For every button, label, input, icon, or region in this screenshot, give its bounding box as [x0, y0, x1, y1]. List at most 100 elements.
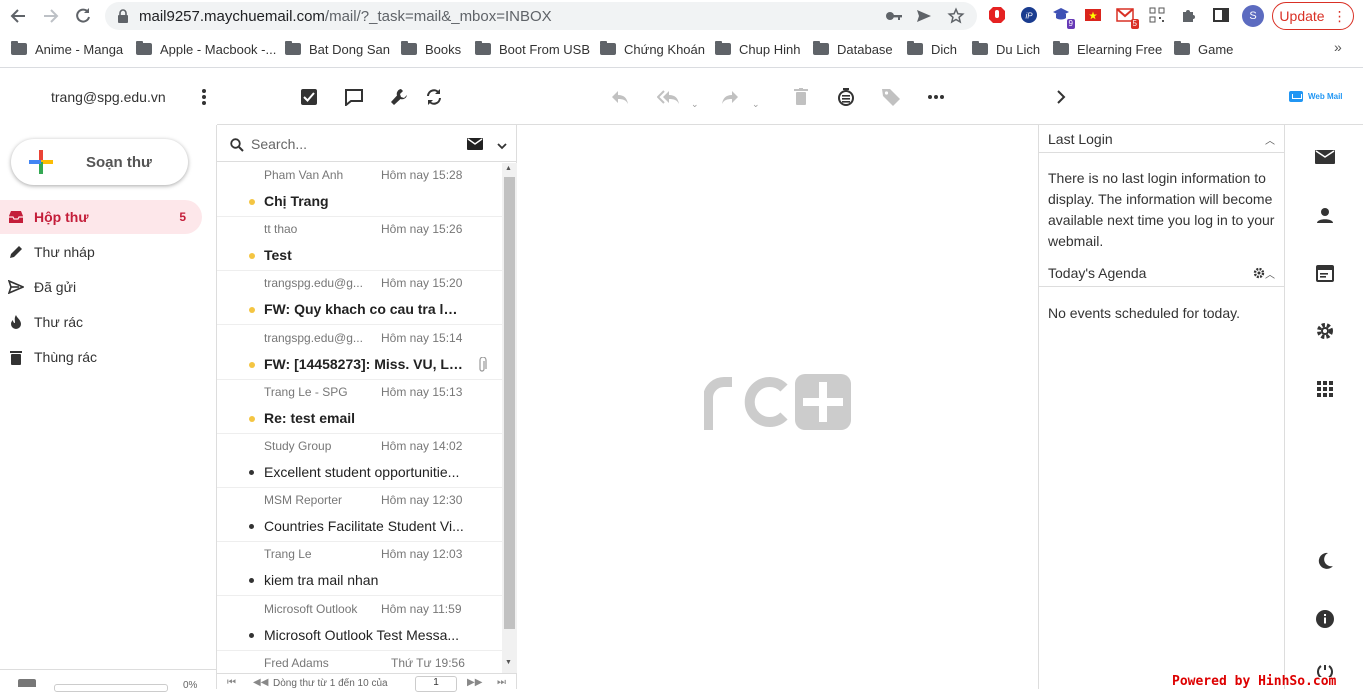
bookmark-item[interactable]: Bat Dong San: [285, 38, 390, 60]
unread-dot: [249, 416, 255, 422]
collapse-chevron-icon[interactable]: ︿: [1265, 132, 1275, 147]
select-icon[interactable]: [297, 85, 321, 109]
folder-icon: [401, 41, 417, 55]
folder-sent[interactable]: Đã gửi: [0, 270, 202, 304]
folder-icon: [907, 41, 923, 55]
search-icon[interactable]: [230, 138, 244, 157]
contacts-icon[interactable]: [1315, 205, 1335, 225]
qr-code-icon[interactable]: [1147, 5, 1167, 25]
message-row[interactable]: Pham Van Anh Hôm nay 15:28 Chị Trang: [217, 163, 502, 217]
bookmark-item[interactable]: Dich: [907, 38, 957, 60]
first-page-icon[interactable]: ⏮: [227, 677, 236, 688]
folder-spam[interactable]: Thư rác: [0, 305, 202, 339]
bookmark-item[interactable]: Apple - Macbook -...: [136, 38, 276, 60]
message-row[interactable]: Trang Le Hôm nay 12:03 kiem tra mail nha…: [217, 542, 502, 596]
message-row[interactable]: Microsoft Outlook Hôm nay 11:59 Microsof…: [217, 597, 502, 651]
message-row[interactable]: MSM Reporter Hôm nay 12:30 Countries Fac…: [217, 488, 502, 542]
bookmark-item[interactable]: Database: [813, 38, 893, 60]
update-button[interactable]: Update ⋮: [1272, 2, 1354, 30]
folder-trash[interactable]: Thùng rác: [0, 340, 202, 374]
account-menu-icon[interactable]: [196, 87, 212, 107]
adblock-icon[interactable]: [987, 5, 1007, 25]
envelope-icon[interactable]: [467, 137, 483, 155]
reply-all-dropdown-icon[interactable]: ⌄: [691, 99, 699, 110]
key-icon[interactable]: [885, 7, 903, 25]
tag-icon[interactable]: [879, 85, 903, 109]
archive-timer-icon[interactable]: [834, 85, 858, 109]
threads-icon[interactable]: [342, 85, 366, 109]
forward-mail-icon[interactable]: [718, 85, 742, 109]
graduation-extension-icon[interactable]: 9: [1051, 5, 1075, 29]
page-number-input[interactable]: 1: [415, 676, 457, 692]
collapse-chevron-icon[interactable]: ︿: [1265, 266, 1275, 281]
folder-icon: [475, 41, 491, 55]
vietnam-flag-icon[interactable]: [1083, 5, 1103, 25]
options-wrench-icon[interactable]: [387, 85, 411, 109]
agenda-header[interactable]: Today's Agenda ︿: [1039, 259, 1285, 287]
bookmark-item[interactable]: Boot From USB: [475, 38, 590, 60]
message-list-scrollbar[interactable]: ▲ ▼: [502, 163, 517, 673]
reply-all-icon[interactable]: [657, 85, 681, 109]
compose-plus-icon: [28, 149, 54, 175]
mail-icon[interactable]: [1315, 147, 1335, 167]
svg-text:iP: iP: [1025, 12, 1033, 21]
message-row[interactable]: Trang Le - SPG Hôm nay 15:13 Re: test em…: [217, 380, 502, 434]
folder-icon: [715, 41, 731, 55]
gmail-extension-icon[interactable]: 5: [1115, 5, 1139, 29]
ip-extension-icon[interactable]: iP: [1019, 5, 1039, 25]
profile-avatar[interactable]: S: [1242, 5, 1264, 27]
quota-progress: [54, 684, 168, 692]
last-login-header[interactable]: Last Login ︿: [1039, 125, 1285, 153]
prev-page-icon[interactable]: ◀◀: [253, 677, 268, 688]
folder-drafts[interactable]: Thư nháp: [0, 235, 202, 269]
bookmark-item[interactable]: Chup Hinh: [715, 38, 800, 60]
side-panel-icon[interactable]: [1211, 5, 1231, 25]
star-icon[interactable]: [947, 7, 965, 25]
next-page-icon[interactable]: ▶▶: [467, 677, 482, 688]
message-row[interactable]: tt thao Hôm nay 15:26 Test: [217, 217, 502, 271]
bookmark-item[interactable]: Du Lich: [972, 38, 1040, 60]
reply-icon[interactable]: [608, 85, 632, 109]
calendar-icon[interactable]: [1315, 263, 1335, 283]
forward-icon[interactable]: [39, 4, 63, 28]
message-row[interactable]: Fred Adams Thứ Tư 19:56: [217, 651, 502, 673]
next-message-chevron-icon[interactable]: [1049, 85, 1073, 109]
extensions-puzzle-icon[interactable]: [1179, 5, 1199, 25]
compose-button[interactable]: Soạn thư: [11, 139, 188, 185]
bookmark-item[interactable]: Elearning Free: [1053, 38, 1162, 60]
fire-icon: [8, 314, 24, 330]
message-row[interactable]: trangspg.edu@g... Hôm nay 15:14 FW: [144…: [217, 326, 502, 380]
message-row[interactable]: trangspg.edu@g... Hôm nay 15:20 FW: Quy …: [217, 271, 502, 325]
about-info-icon[interactable]: [1315, 609, 1335, 629]
widgets-panel: Last Login ︿ There is no last login info…: [1038, 125, 1285, 689]
scrollbar-thumb[interactable]: [504, 177, 515, 629]
bookmarks-more-button[interactable]: »: [1334, 39, 1342, 55]
folder-inbox[interactable]: Hộp thư 5: [0, 200, 202, 234]
inbox-icon: [8, 209, 24, 225]
delete-icon[interactable]: [789, 85, 813, 109]
last-page-icon[interactable]: ⏭: [497, 677, 506, 688]
share-icon[interactable]: [915, 7, 933, 25]
message-row[interactable]: Study Group Hôm nay 14:02 Excellent stud…: [217, 434, 502, 488]
search-input[interactable]: [251, 133, 451, 155]
scroll-down-icon[interactable]: ▼: [505, 659, 512, 666]
refresh-icon[interactable]: [422, 85, 446, 109]
scroll-up-icon[interactable]: ▲: [505, 165, 512, 172]
agenda-settings-gear-icon[interactable]: [1253, 266, 1265, 284]
bookmark-item[interactable]: Anime - Manga: [11, 38, 123, 60]
reload-icon[interactable]: [71, 4, 95, 28]
last-login-text: There is no last login information to di…: [1048, 170, 1275, 249]
address-bar[interactable]: mail9257.maychuemail.com/mail/?_task=mai…: [105, 2, 977, 30]
settings-gear-icon[interactable]: [1315, 321, 1335, 341]
bookmark-item[interactable]: Chứng Khoán: [600, 38, 705, 60]
more-actions-icon[interactable]: [924, 85, 948, 109]
apps-grid-icon[interactable]: [1315, 379, 1335, 399]
dark-mode-moon-icon[interactable]: [1315, 551, 1335, 571]
back-icon[interactable]: [6, 4, 30, 28]
search-options-chevron-icon[interactable]: [497, 137, 507, 155]
bookmark-item[interactable]: Game: [1174, 38, 1233, 60]
unread-dot: [249, 253, 255, 259]
bookmark-item[interactable]: Books: [401, 38, 461, 60]
forward-dropdown-icon[interactable]: ⌄: [752, 99, 760, 110]
send-icon: [8, 279, 24, 295]
